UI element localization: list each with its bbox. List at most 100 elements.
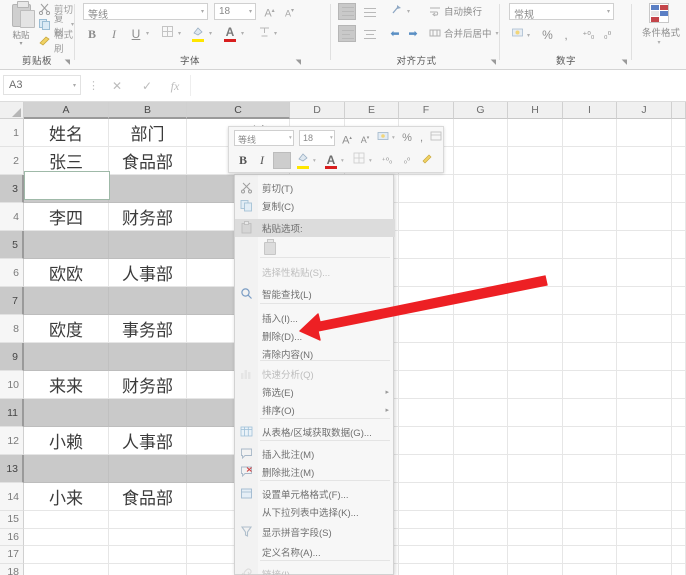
- cell-B4[interactable]: 财务部: [109, 203, 187, 231]
- comma-style-button[interactable]: ,: [559, 26, 573, 44]
- cell-x13[interactable]: [508, 455, 563, 483]
- cell-x4[interactable]: [563, 203, 617, 231]
- chevron-down-icon[interactable]: ▾: [642, 39, 676, 46]
- cell-x18[interactable]: [563, 563, 617, 575]
- increase-font-size-button[interactable]: A▴: [261, 3, 278, 20]
- fill-color-button[interactable]: [191, 26, 205, 42]
- active-cell-A3[interactable]: [24, 171, 110, 200]
- cell-A10[interactable]: 来来: [24, 371, 109, 399]
- cell-x6[interactable]: [454, 259, 508, 287]
- context-menu-item-16[interactable]: 显示拼音字段(S): [235, 523, 395, 541]
- cell-x1[interactable]: [508, 119, 563, 147]
- cell-x5[interactable]: [399, 231, 454, 259]
- cell-x3[interactable]: [563, 175, 617, 203]
- cell-x8[interactable]: [617, 315, 672, 343]
- cell-x13[interactable]: [672, 455, 686, 483]
- cell-A1[interactable]: 姓名: [24, 119, 109, 147]
- chevron-down-icon[interactable]: ▾: [407, 8, 410, 15]
- cell-x1[interactable]: [563, 119, 617, 147]
- formula-bar-menu-icon[interactable]: ⋮: [88, 79, 99, 92]
- column-header-E[interactable]: E: [345, 102, 399, 119]
- cell-B8[interactable]: 事务部: [109, 315, 187, 343]
- chevron-down-icon[interactable]: ▾: [330, 135, 333, 141]
- cell-x7[interactable]: [672, 287, 686, 315]
- row-header-14[interactable]: 14: [0, 483, 24, 511]
- row-header-7[interactable]: 7: [0, 287, 24, 315]
- mini-increase-decimal-button[interactable]: ⁺⁰₀: [379, 152, 395, 169]
- align-left-button[interactable]: [338, 25, 356, 42]
- align-middle-button[interactable]: [360, 3, 378, 20]
- cell-B9[interactable]: [109, 343, 187, 371]
- cell-x3[interactable]: [399, 175, 454, 203]
- formula-input[interactable]: [190, 75, 682, 96]
- cell-x14[interactable]: [672, 483, 686, 511]
- context-menu-item-4[interactable]: 智能查找(L): [235, 285, 395, 303]
- cell-x17[interactable]: [563, 546, 617, 564]
- chevron-down-icon[interactable]: ▾: [209, 30, 212, 37]
- cell-x3[interactable]: [617, 175, 672, 203]
- chevron-down-icon[interactable]: ▾: [313, 158, 316, 164]
- cell-B12[interactable]: 人事部: [109, 427, 187, 455]
- cell-A16[interactable]: [24, 528, 109, 546]
- cell-x2[interactable]: [563, 147, 617, 175]
- cell-x10[interactable]: [617, 371, 672, 399]
- column-header-B[interactable]: B: [109, 102, 187, 119]
- mini-italic-button[interactable]: I: [254, 152, 270, 169]
- cell-x3[interactable]: [672, 175, 686, 203]
- cell-x7[interactable]: [399, 287, 454, 315]
- cancel-icon[interactable]: ✕: [104, 77, 130, 95]
- phonetic-guide-button[interactable]: [255, 25, 273, 44]
- row-header-16[interactable]: 16: [0, 528, 24, 546]
- cell-x5[interactable]: [508, 231, 563, 259]
- increase-decimal-button[interactable]: ⁺⁰₀: [580, 26, 597, 44]
- cell-x12[interactable]: [563, 427, 617, 455]
- font-name-input[interactable]: 等线 ▾: [83, 3, 208, 21]
- cell-A12[interactable]: 小赖: [24, 427, 109, 455]
- cell-x10[interactable]: [563, 371, 617, 399]
- orientation-button[interactable]: [389, 3, 405, 22]
- cell-A5[interactable]: [24, 231, 109, 259]
- clipboard-dialog-launcher[interactable]: ◥: [65, 58, 70, 66]
- cell-x18[interactable]: [672, 563, 686, 575]
- cell-x14[interactable]: [508, 483, 563, 511]
- align-top-button[interactable]: [338, 3, 356, 20]
- column-header-K[interactable]: [672, 102, 686, 119]
- context-menu-item-15[interactable]: 从下拉列表中选择(K)...: [235, 503, 395, 521]
- row-header-2[interactable]: 2: [0, 147, 24, 175]
- chevron-down-icon[interactable]: ▾: [289, 135, 292, 141]
- cell-x15[interactable]: [672, 511, 686, 529]
- context-menu-item-3[interactable]: 选择性粘贴(S)...: [235, 263, 395, 281]
- cell-x5[interactable]: [563, 231, 617, 259]
- cell-x3[interactable]: [508, 175, 563, 203]
- column-header-A[interactable]: A: [24, 102, 109, 119]
- cell-x18[interactable]: [617, 563, 672, 575]
- row-header-18[interactable]: 18: [0, 563, 24, 575]
- alignment-dialog-launcher[interactable]: ◥: [491, 58, 496, 66]
- cell-x4[interactable]: [617, 203, 672, 231]
- cell-x18[interactable]: [454, 563, 508, 575]
- row-header-5[interactable]: 5: [0, 231, 24, 259]
- chevron-down-icon[interactable]: ▾: [201, 8, 204, 15]
- merge-center-button[interactable]: 合并后居中 ▾: [429, 26, 499, 40]
- mini-currency-button[interactable]: [375, 130, 391, 147]
- bold-button[interactable]: B: [83, 25, 101, 44]
- row-header-9[interactable]: 9: [0, 343, 24, 371]
- context-menu-item-9[interactable]: 筛选(E) ▸: [235, 383, 395, 401]
- cell-x13[interactable]: [454, 455, 508, 483]
- number-format-select[interactable]: 常规 ▾: [509, 3, 614, 21]
- cell-x14[interactable]: [617, 483, 672, 511]
- cell-x15[interactable]: [454, 511, 508, 529]
- cell-x15[interactable]: [508, 511, 563, 529]
- row-header-8[interactable]: 8: [0, 315, 24, 343]
- row-header-10[interactable]: 10: [0, 371, 24, 399]
- cell-x16[interactable]: [508, 528, 563, 546]
- cell-x15[interactable]: [563, 511, 617, 529]
- format-painter-button[interactable]: 格式刷: [38, 30, 74, 55]
- cell-x5[interactable]: [454, 231, 508, 259]
- cell-x13[interactable]: [399, 455, 454, 483]
- cell-x16[interactable]: [399, 528, 454, 546]
- currency-button[interactable]: [509, 26, 526, 44]
- mini-bold-button[interactable]: B: [235, 152, 251, 169]
- paste-option-keep-source-formatting-icon[interactable]: [262, 239, 279, 256]
- cell-x15[interactable]: [399, 511, 454, 529]
